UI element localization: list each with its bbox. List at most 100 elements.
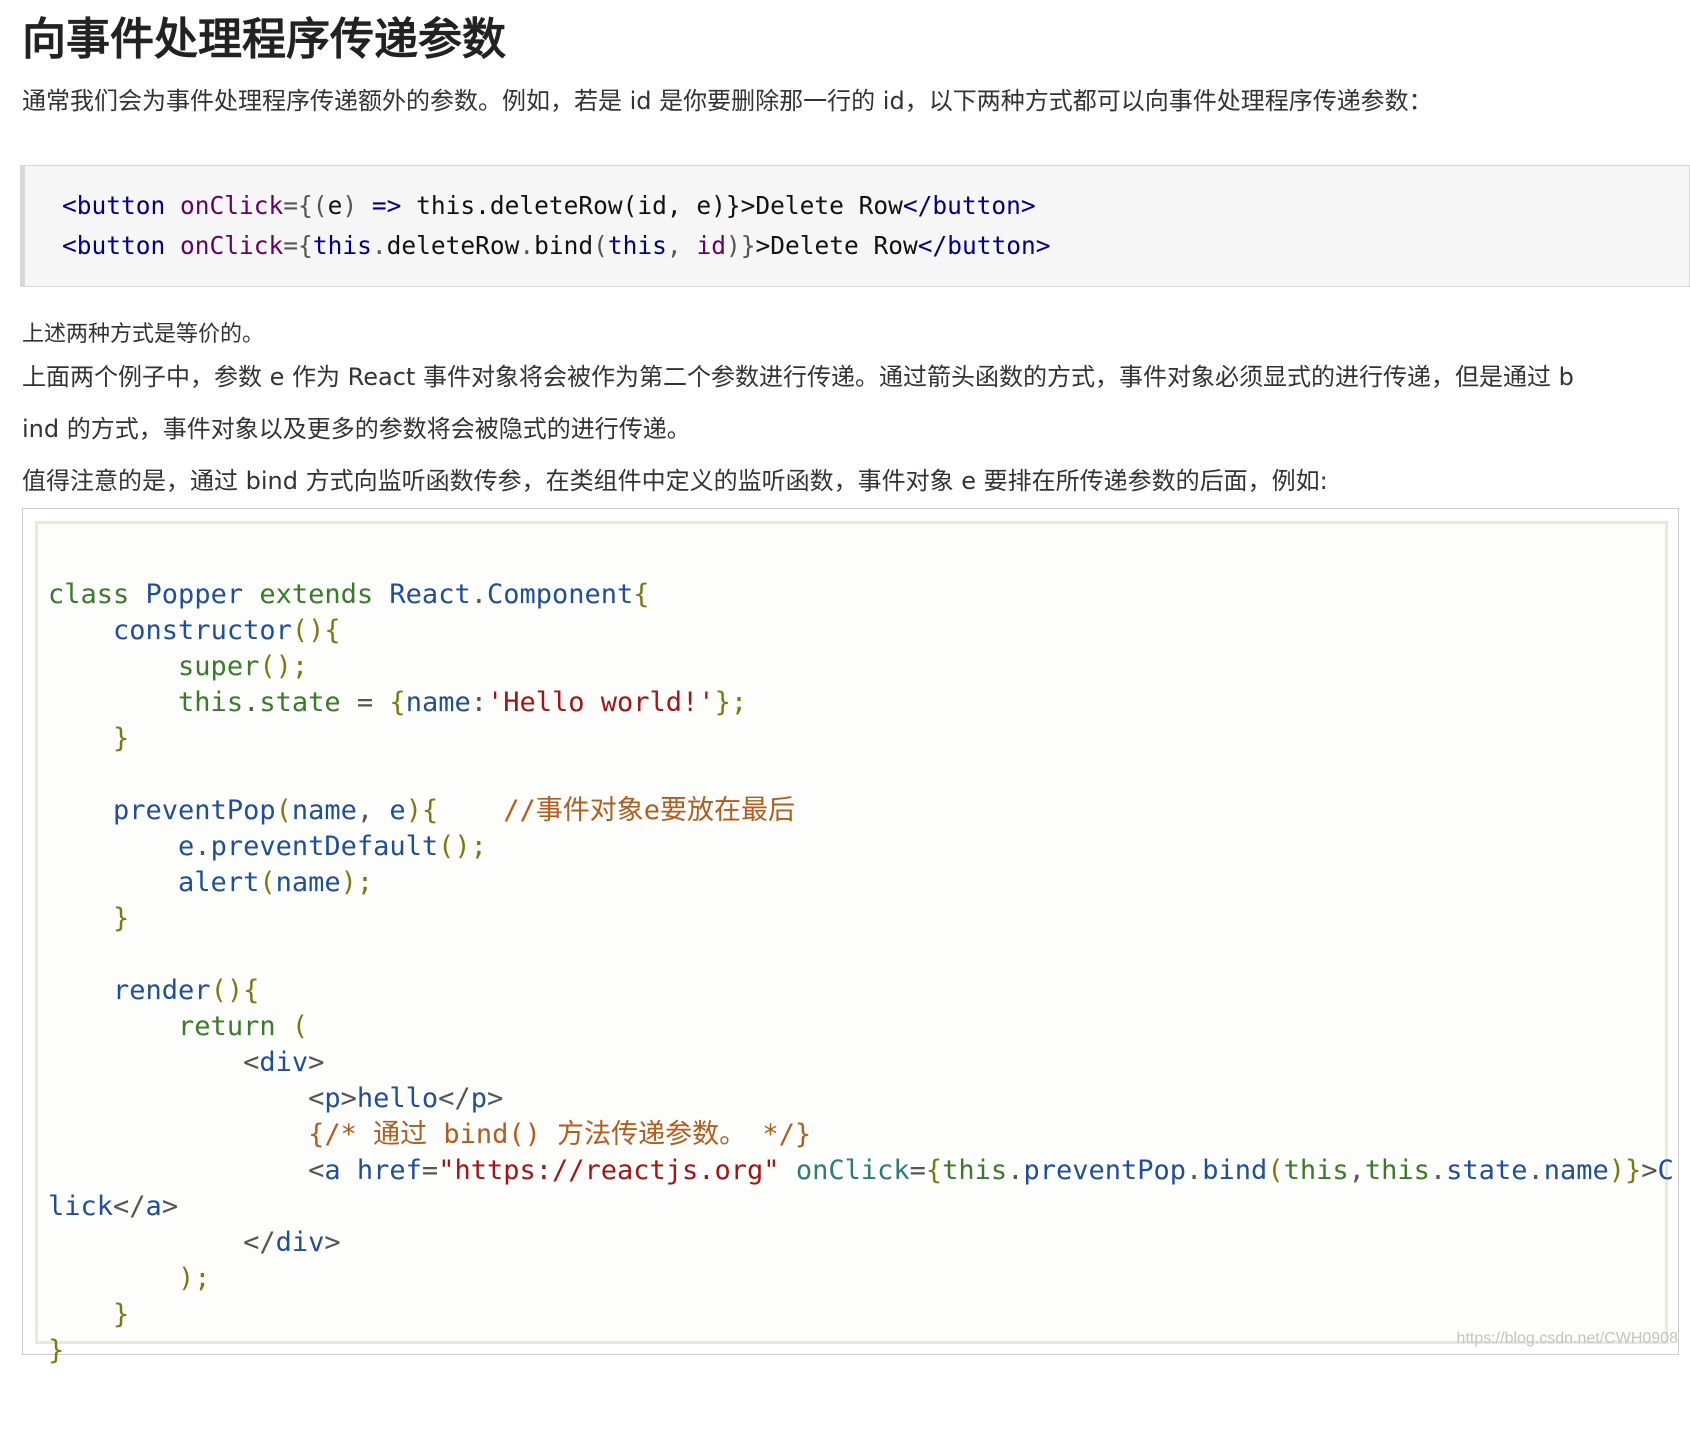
code-token: href bbox=[356, 1155, 422, 1186]
code-token: . bbox=[1007, 1155, 1024, 1186]
code-token: onClick bbox=[180, 191, 284, 220]
code-token: onClick bbox=[180, 231, 284, 260]
code-token: = bbox=[356, 687, 374, 718]
code-token: . bbox=[194, 831, 211, 862]
code-token: . bbox=[243, 687, 260, 718]
code-token: > bbox=[324, 1227, 341, 1258]
code-line: ); bbox=[48, 1261, 1674, 1297]
code-token: React bbox=[389, 579, 471, 610]
code-token: e bbox=[327, 191, 343, 220]
code-token: < bbox=[308, 1155, 325, 1186]
code-token: div bbox=[259, 1047, 309, 1078]
code-token: (); bbox=[438, 831, 487, 862]
code-token: . bbox=[371, 231, 387, 260]
code-token: return bbox=[178, 1011, 276, 1042]
code-token: //事件对象e要放在最后 bbox=[503, 795, 796, 826]
code-token: preventPop bbox=[113, 795, 276, 826]
code-token: ( bbox=[275, 795, 292, 826]
code-token: { bbox=[925, 1155, 943, 1186]
code-token: Popper bbox=[145, 579, 244, 610]
code-token: ) bbox=[342, 191, 358, 220]
code-token: > bbox=[161, 1191, 179, 1222]
code-token: a bbox=[145, 1191, 162, 1222]
code-token: ( bbox=[593, 231, 608, 260]
code-token: ); bbox=[340, 867, 374, 898]
article-page: 向事件处理程序传递参数 通常我们会为事件处理程序传递额外的参数。例如，若是 id… bbox=[0, 0, 1690, 1366]
code-token: , bbox=[356, 795, 374, 826]
code-line: render(){ bbox=[48, 973, 1674, 1009]
code-token: {/* 通过 bind() 方法传递参数。 */} bbox=[308, 1119, 812, 1150]
code-token: } bbox=[48, 1335, 65, 1366]
code-line: <p>hello</p> bbox=[48, 1081, 1674, 1117]
code-token: , bbox=[1348, 1155, 1365, 1186]
code-token: < bbox=[308, 1083, 325, 1114]
code-token: </ bbox=[243, 1227, 276, 1258]
code-token: alert bbox=[178, 867, 260, 898]
code-token: onClick bbox=[795, 1155, 910, 1186]
code-token: "https://reactjs.org" bbox=[438, 1155, 780, 1186]
code-token: extends bbox=[259, 579, 374, 610]
code-token: ={( bbox=[283, 191, 328, 220]
code-token: this bbox=[1364, 1155, 1430, 1186]
code-token: { bbox=[389, 687, 406, 718]
code-token: name bbox=[291, 795, 357, 826]
code-token: ={ bbox=[283, 231, 313, 260]
code-token: > bbox=[1641, 1155, 1658, 1186]
code-token: . bbox=[519, 231, 535, 260]
code-token: )} bbox=[725, 231, 756, 260]
code-token: { bbox=[633, 579, 650, 610]
code-token: render bbox=[113, 975, 211, 1006]
code-token: } bbox=[113, 903, 130, 934]
code-token: bind bbox=[1202, 1155, 1268, 1186]
code-token: . bbox=[470, 579, 487, 610]
explanation-line-2: ind 的方式，事件对象以及更多的参数将会被隐式的进行传递。 bbox=[22, 415, 691, 443]
code-token: </button> bbox=[902, 191, 1036, 220]
code-token: </button> bbox=[917, 231, 1051, 260]
code-block-button-examples: <button onClick={(e) => this.deleteRow(i… bbox=[20, 165, 1690, 287]
code-token: this bbox=[942, 1155, 1008, 1186]
code-token: C bbox=[1657, 1155, 1674, 1186]
code-token: hello bbox=[356, 1083, 439, 1114]
code-line: this.state = {name:'Hello world!'}; bbox=[48, 685, 1674, 721]
code-token: }; bbox=[714, 687, 748, 718]
code-line: } bbox=[48, 1297, 1674, 1333]
code-block-popper-class: class Popper extends React.Component{ co… bbox=[22, 508, 1679, 1366]
code-token: super bbox=[178, 651, 260, 682]
bind-note-paragraph: 值得注意的是，通过 bind 方式向监听函数传参，在类组件中定义的监听函数，事件… bbox=[22, 467, 1328, 495]
code-token: = bbox=[421, 1155, 439, 1186]
code-line: super(); bbox=[48, 649, 1674, 685]
code-token: . bbox=[1527, 1155, 1544, 1186]
code-token: (){ bbox=[291, 615, 341, 646]
code-token: 'Hello world!' bbox=[486, 687, 715, 718]
code-line: } bbox=[48, 721, 1674, 757]
code-token: preventPop bbox=[1023, 1155, 1187, 1186]
code-line: } bbox=[48, 1333, 1674, 1369]
code-token: >Delete Row bbox=[755, 231, 918, 260]
code-token: > bbox=[486, 1083, 504, 1114]
code-token: preventDefault bbox=[210, 831, 439, 862]
code-token: > bbox=[340, 1083, 357, 1114]
code-token: class bbox=[48, 579, 130, 610]
intro-paragraph: 通常我们会为事件处理程序传递额外的参数。例如，若是 id 是你要删除那一行的 i… bbox=[22, 87, 1433, 115]
code-line: class Popper extends React.Component{ bbox=[48, 577, 1674, 613]
code-line: <button onClick={this.deleteRow.bind(thi… bbox=[62, 226, 1051, 266]
code-line: {/* 通过 bind() 方法传递参数。 */} bbox=[48, 1117, 1674, 1153]
code-token: div bbox=[275, 1227, 325, 1258]
code-token: state bbox=[1446, 1155, 1528, 1186]
code-line: </div> bbox=[48, 1225, 1674, 1261]
code-token: id bbox=[696, 231, 726, 260]
code-line: lick</a> bbox=[48, 1189, 1674, 1225]
code-token: )} bbox=[1608, 1155, 1642, 1186]
code-line: alert(name); bbox=[48, 865, 1674, 901]
explanation-line-1: 上面两个例子中，参数 e 作为 React 事件对象将会被作为第二个参数进行传递… bbox=[22, 363, 1574, 391]
code-token: Component bbox=[486, 579, 634, 610]
code-token: . bbox=[1186, 1155, 1203, 1186]
code-token: this bbox=[607, 231, 667, 260]
code-token: name bbox=[405, 687, 471, 718]
code-token: p bbox=[470, 1083, 487, 1114]
code-token: ); bbox=[178, 1263, 211, 1294]
code-line: return ( bbox=[48, 1009, 1674, 1045]
code-line: <button onClick={(e) => this.deleteRow(i… bbox=[62, 186, 1036, 226]
code-token: </ bbox=[113, 1191, 146, 1222]
